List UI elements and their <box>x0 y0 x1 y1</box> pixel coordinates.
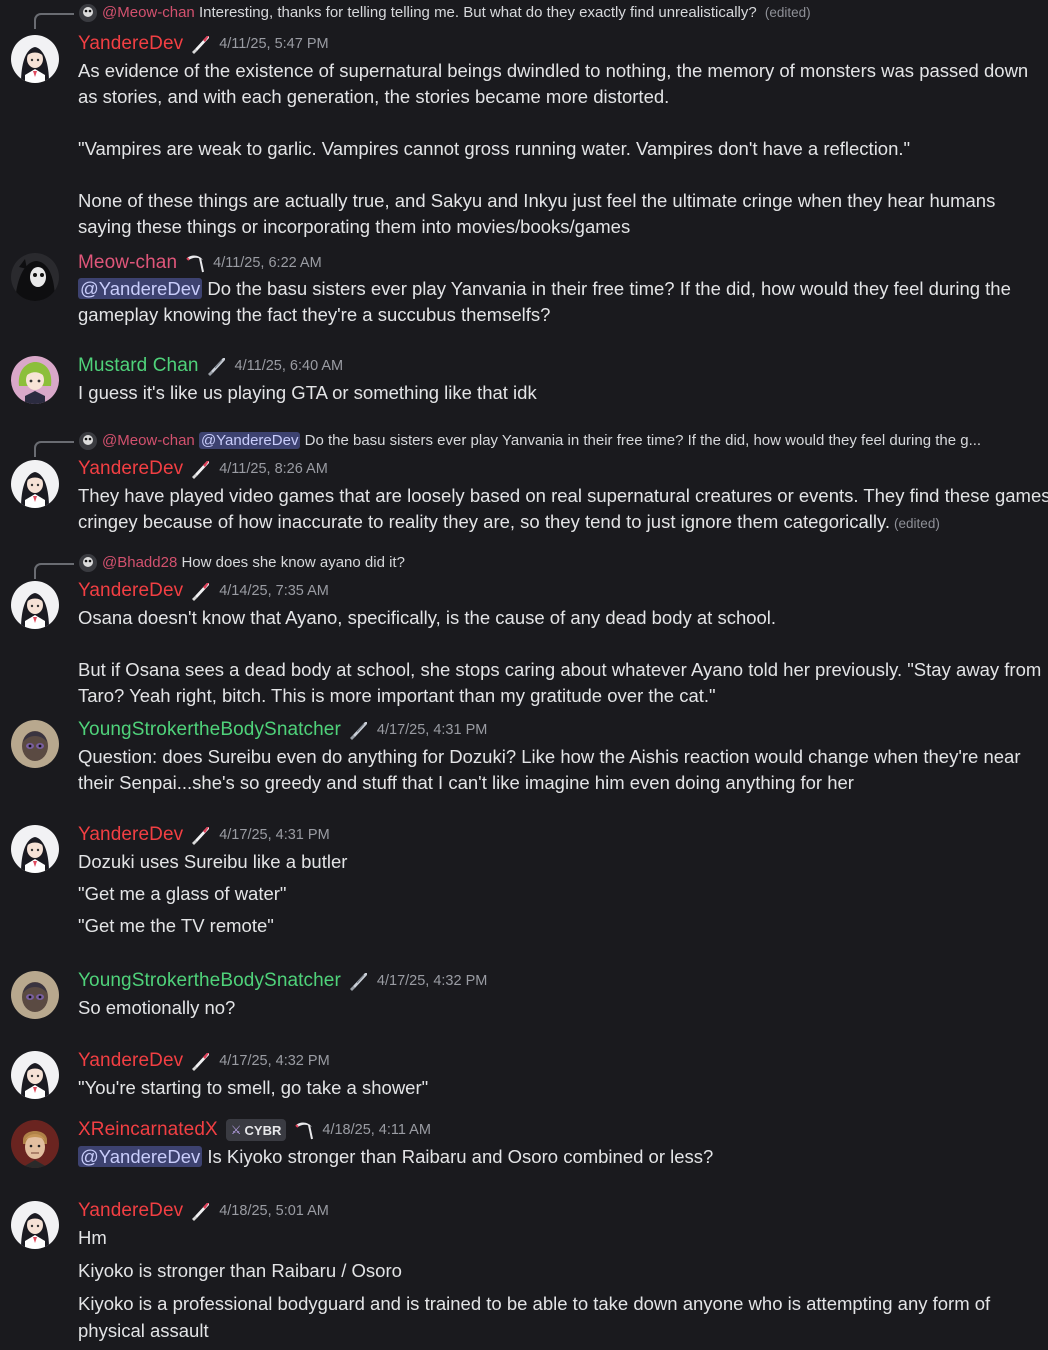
message-line: their Senpai...she's so greedy and stuff… <box>78 772 854 793</box>
avatar[interactable] <box>11 356 59 404</box>
knife-icon <box>189 580 211 602</box>
message-line: Taro? Yeah right, bitch. This is more im… <box>78 685 716 706</box>
reply-preview[interactable]: @Meow-chan Interesting, thanks for telli… <box>0 1 1048 29</box>
username[interactable]: YandereDev <box>78 1050 183 1072</box>
scythe-icon <box>292 1119 314 1141</box>
swords-icon: ⚔ <box>230 1123 242 1137</box>
reply-text: Interesting, thanks for telling telling … <box>198 4 757 21</box>
dagger-icon <box>347 970 369 992</box>
message-line: As evidence of the existence of supernat… <box>78 60 1029 81</box>
avatar[interactable] <box>11 460 59 508</box>
message-line: They have played video games that are lo… <box>78 485 1048 506</box>
message-line: as stories, and with each generation, th… <box>78 86 670 107</box>
username[interactable]: YandereDev <box>78 458 183 480</box>
message-line: None of these things are actually true, … <box>78 190 996 211</box>
message-line: physical assault <box>78 1320 209 1341</box>
username[interactable]: YandereDev <box>78 824 183 846</box>
message-line: Dozuki uses Sureibu like a butler <box>78 851 348 872</box>
avatar[interactable] <box>11 1051 59 1099</box>
username[interactable]: YoungStrokertheBodySnatcher <box>78 719 341 741</box>
message-line: "Get me the TV remote" <box>78 915 274 936</box>
avatar[interactable] <box>11 971 59 1019</box>
avatar[interactable] <box>11 720 59 768</box>
timestamp: 4/18/25, 4:11 AM <box>322 1122 431 1138</box>
message-line: Osana doesn't know that Ayano, specifica… <box>78 607 777 628</box>
reply-connector <box>34 441 74 457</box>
username[interactable]: Meow-chan <box>78 252 177 274</box>
message-line: "Get me a glass of water" <box>78 883 287 904</box>
dagger-icon <box>205 355 227 377</box>
timestamp: 4/17/25, 4:32 PM <box>219 1053 330 1069</box>
reply-avatar <box>79 554 97 572</box>
username[interactable]: YandereDev <box>78 1200 183 1222</box>
message-line: cringey because of how inaccurate to rea… <box>78 509 1038 537</box>
reply-author[interactable]: @Bhadd28 <box>102 554 177 571</box>
user-mention[interactable]: @YandereDev <box>78 278 203 299</box>
knife-icon <box>189 1050 211 1072</box>
user-mention[interactable]: @YandereDev <box>78 1146 203 1167</box>
edited-label: (edited) <box>764 5 811 20</box>
dagger-icon <box>347 719 369 741</box>
message-text: Is Kiyoko stronger than Raibaru and Osor… <box>207 1146 714 1167</box>
username[interactable]: Mustard Chan <box>78 355 199 377</box>
message-line: Kiyoko is a professional bodyguard and i… <box>78 1293 991 1314</box>
message-line: I guess it's like us playing GTA or some… <box>78 382 537 403</box>
timestamp: 4/17/25, 4:31 PM <box>219 827 330 843</box>
timestamp: 4/11/25, 8:26 AM <box>219 461 328 477</box>
reply-preview[interactable]: @Meow-chan @YandereDev Do the basu siste… <box>0 429 1048 457</box>
username[interactable]: YandereDev <box>78 33 183 55</box>
guild-tag-label: CYBR <box>244 1122 282 1138</box>
message-line: But if Osana sees a dead body at school,… <box>78 659 1042 680</box>
reply-connector <box>34 563 74 579</box>
message-text: Do the basu sisters ever play Yanvania i… <box>207 278 1011 299</box>
message-line: So emotionally no? <box>78 997 236 1018</box>
message-line: @YandereDev Do the basu sisters ever pla… <box>78 276 1038 302</box>
timestamp: 4/17/25, 4:31 PM <box>376 722 488 738</box>
edited-label: (edited) <box>894 516 940 531</box>
reply-author[interactable]: @Meow-chan <box>102 4 195 21</box>
avatar[interactable] <box>11 1201 59 1249</box>
reply-author[interactable]: @Meow-chan <box>102 432 195 449</box>
guild-tag[interactable]: ⚔ CYBR <box>225 1119 287 1141</box>
message-line: Question: does Sureibu even do anything … <box>78 746 1021 767</box>
message-line: Hm <box>78 1227 107 1248</box>
reply-connector <box>34 13 74 29</box>
reply-text: How does she know ayano did it? <box>181 554 405 571</box>
message-line: @YandereDev Is Kiyoko stronger than Raib… <box>78 1144 1038 1170</box>
knife-icon <box>189 458 211 480</box>
username[interactable]: YoungStrokertheBodySnatcher <box>78 970 341 992</box>
message-line: saying these things or incorporating the… <box>78 216 631 237</box>
timestamp: 4/11/25, 6:40 AM <box>234 358 344 374</box>
avatar[interactable] <box>11 825 59 873</box>
scythe-icon <box>183 252 205 274</box>
reply-avatar <box>79 4 97 22</box>
username[interactable]: XReincarnatedX <box>78 1119 218 1141</box>
timestamp: 4/17/25, 4:32 PM <box>376 973 488 989</box>
message-line: "Vampires are weak to garlic. Vampires c… <box>78 138 911 159</box>
avatar[interactable] <box>11 581 59 629</box>
knife-icon <box>189 33 211 55</box>
timestamp: 4/11/25, 5:47 PM <box>219 36 329 52</box>
reply-preview[interactable]: @Bhadd28 How does she know ayano did it? <box>0 551 1048 579</box>
avatar[interactable] <box>11 35 59 83</box>
timestamp: 4/11/25, 6:22 AM <box>213 255 322 271</box>
knife-icon <box>189 1200 211 1222</box>
message-text: cringey because of how inaccurate to rea… <box>78 511 891 532</box>
timestamp: 4/18/25, 5:01 AM <box>219 1203 329 1219</box>
message-line: "You're starting to smell, go take a sho… <box>78 1077 429 1098</box>
reply-avatar <box>79 432 97 450</box>
timestamp: 4/14/25, 7:35 AM <box>219 583 329 599</box>
message-line: gameplay knowing the fact they're a succ… <box>78 304 551 325</box>
avatar[interactable] <box>11 253 59 301</box>
knife-icon <box>189 824 211 846</box>
message-line: Kiyoko is stronger than Raibaru / Osoro <box>78 1260 402 1281</box>
reply-text: Do the basu sisters ever play Yanvania i… <box>304 432 982 449</box>
username[interactable]: YandereDev <box>78 580 183 602</box>
user-mention[interactable]: @YandereDev <box>198 432 301 449</box>
avatar[interactable] <box>11 1120 59 1168</box>
